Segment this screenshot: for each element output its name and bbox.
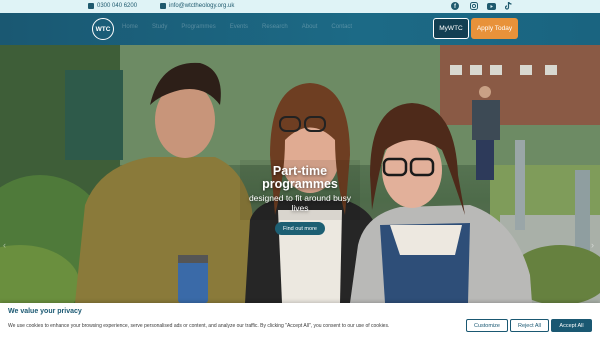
reject-all-button[interactable]: Reject All xyxy=(510,319,549,332)
hero-subtitle: designed to fit around busy lives xyxy=(248,193,352,213)
nav-item[interactable]: Study xyxy=(152,24,167,30)
carousel-prev-icon[interactable]: ‹ xyxy=(3,240,6,250)
youtube-icon[interactable] xyxy=(486,1,496,11)
instagram-icon[interactable] xyxy=(469,1,479,11)
nav-item[interactable]: Contact xyxy=(331,24,352,30)
cookie-banner: We value your privacy We use cookies to … xyxy=(0,303,600,338)
site-header: WTC Home Study Programmes Events Researc… xyxy=(0,13,600,45)
email-address[interactable]: info@wtctheology.org.uk xyxy=(169,1,234,11)
phone-contact[interactable]: 0300 040 6200 xyxy=(88,1,137,11)
accept-all-button[interactable]: Accept All xyxy=(551,319,592,332)
wtc-logo[interactable]: WTC xyxy=(92,18,114,40)
carousel-next-icon[interactable]: › xyxy=(591,240,594,250)
phone-number[interactable]: 0300 040 6200 xyxy=(97,1,137,11)
phone-icon xyxy=(88,3,94,9)
mywtc-button[interactable]: MyWTC xyxy=(433,18,469,39)
tiktok-icon[interactable] xyxy=(503,1,513,11)
hero-text: Part-time programmes designed to fit aro… xyxy=(240,164,360,214)
hero-title: Part-time programmes xyxy=(262,164,338,191)
main-nav: Home Study Programmes Events Research Ab… xyxy=(122,24,352,30)
email-icon xyxy=(160,3,166,9)
find-out-more-button[interactable]: Find out more xyxy=(275,222,325,235)
nav-item[interactable]: Research xyxy=(262,24,288,30)
facebook-icon[interactable]: f xyxy=(450,1,460,11)
hero-banner: ‹ › Part-time programmes designed to fit… xyxy=(0,45,600,303)
nav-item[interactable]: Home xyxy=(122,24,138,30)
cookie-title: We value your privacy xyxy=(8,308,82,315)
nav-item[interactable]: About xyxy=(302,24,318,30)
nav-item[interactable]: Programmes xyxy=(181,24,215,30)
apply-today-button[interactable]: Apply Today xyxy=(471,18,518,39)
nav-item[interactable]: Events xyxy=(230,24,248,30)
contact-bar: 0300 040 6200 info@wtctheology.org.uk f xyxy=(0,0,600,13)
customize-button[interactable]: Customize xyxy=(466,319,508,332)
email-contact[interactable]: info@wtctheology.org.uk xyxy=(160,1,234,11)
cookie-text: We use cookies to enhance your browsing … xyxy=(8,323,390,329)
